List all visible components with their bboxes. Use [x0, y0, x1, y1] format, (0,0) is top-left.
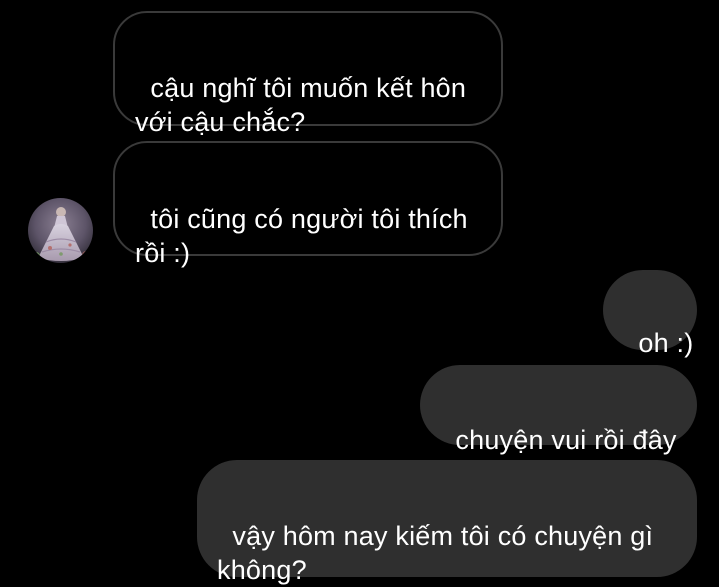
incoming-message[interactable]: tôi cũng có người tôi thích rồi :)	[113, 141, 503, 268]
sender-avatar[interactable]	[28, 198, 93, 263]
message-text: cậu nghĩ tôi muốn kết hôn với cậu chắc?	[135, 73, 467, 137]
message-text: chuyện vui rồi đây	[455, 425, 677, 455]
incoming-message[interactable]: cậu nghĩ tôi muốn kết hôn với cậu chắc?	[113, 11, 503, 137]
message-text: vậy hôm nay kiếm tôi có chuyện gì không?	[217, 521, 654, 585]
outgoing-message[interactable]: chuyện vui rồi đây	[420, 365, 697, 455]
chat-screen: { "incoming_messages": [ {"text": "cậu n…	[0, 0, 719, 587]
avatar-image	[28, 198, 93, 263]
message-text: tôi cũng có người tôi thích rồi :)	[135, 204, 468, 268]
outgoing-message[interactable]: vậy hôm nay kiếm tôi có chuyện gì không?	[197, 460, 697, 585]
message-text: oh :)	[638, 328, 694, 358]
outgoing-message[interactable]: oh :)	[603, 270, 697, 358]
